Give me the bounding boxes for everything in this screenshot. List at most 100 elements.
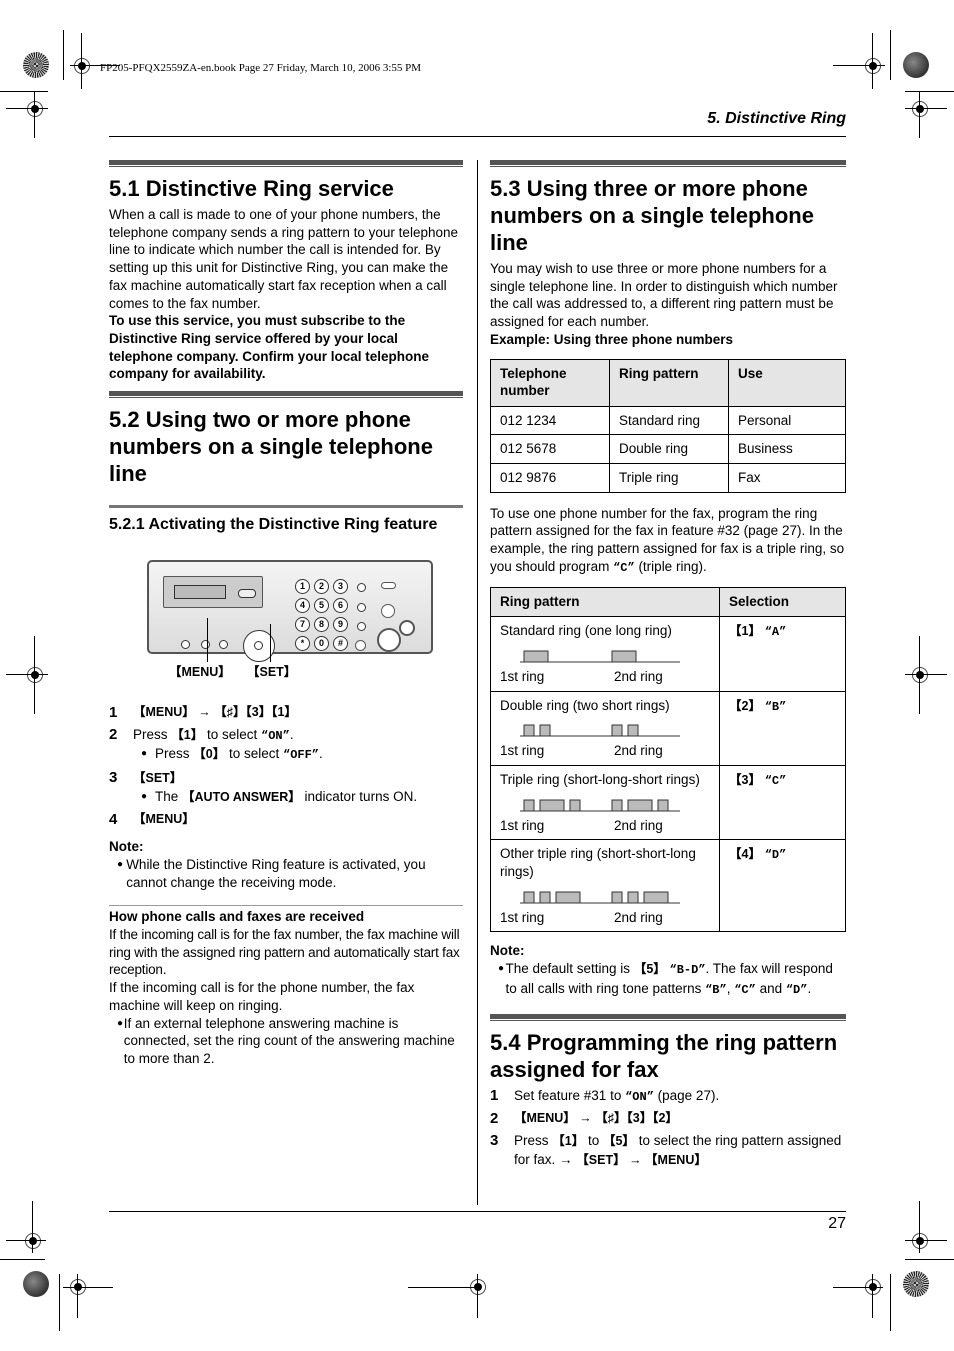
text: to select	[203, 726, 261, 742]
text: Press	[514, 1132, 553, 1148]
key-label: 【5】	[602, 1133, 635, 1148]
text: indicator turns ON.	[300, 788, 418, 804]
step-text: Press 【1】 to 【5】 to select the ring patt…	[514, 1132, 846, 1169]
section-rule	[109, 391, 463, 399]
registration-mark-icon	[74, 58, 90, 74]
ring-labels: 1st ring 2nd ring	[500, 909, 710, 927]
registration-mark-icon	[912, 1233, 928, 1249]
short-ring-mark	[539, 724, 551, 737]
column-header: Use	[728, 358, 846, 407]
crop-mark	[872, 33, 873, 89]
step-item: 2 【MENU】 → 【♯】【3】【2】	[490, 1110, 846, 1128]
note-item: ● The default setting is 【5】 “B-D”. The …	[490, 960, 846, 999]
function-button-icon	[201, 640, 210, 650]
step-number: 4	[109, 810, 118, 828]
indicator-icon	[357, 583, 366, 593]
leader-line	[207, 618, 208, 663]
text: Press	[133, 726, 172, 742]
keypad-key-icon: 6	[333, 598, 348, 614]
short-ring-mark	[539, 891, 551, 904]
round-button-icon	[355, 640, 366, 652]
crop-mark	[919, 1201, 920, 1253]
section-title: 5.1 Distinctive Ring service	[109, 176, 394, 201]
text: .	[319, 746, 323, 762]
ring-pattern-table: Ring pattern Selection Standard ring (on…	[490, 587, 846, 933]
selection-value: “C”	[764, 773, 787, 788]
selection-cell: 【3】 “C”	[719, 764, 846, 841]
crop-mark	[0, 1259, 45, 1260]
keypad-key-icon: 1	[295, 579, 310, 595]
divider	[109, 905, 463, 907]
section-title: 5.3 Using three or more phone numbers on…	[490, 176, 814, 255]
short-ring-mark	[611, 799, 623, 812]
right-column: 5.3 Using three or more phone numbers on…	[490, 160, 846, 1173]
crop-mark	[63, 30, 64, 80]
crop-mark	[0, 91, 48, 92]
key-label: 【SET】 → 【MENU】	[576, 1152, 707, 1167]
menu-callout: 【MENU】	[169, 665, 231, 680]
long-ring-mark	[539, 799, 565, 812]
column-divider	[477, 160, 478, 1205]
column-header: Ring pattern	[609, 358, 729, 407]
selection-cell: 【2】 “B”	[719, 690, 846, 766]
key-label: 【AUTO ANSWER】	[182, 789, 301, 804]
ring-waveform-icon	[520, 799, 680, 812]
crop-mark	[477, 1274, 478, 1318]
section-title: 5.2 Using two or more phone numbers on a…	[109, 407, 433, 487]
crop-mark	[32, 1201, 33, 1253]
registration-mark-icon	[912, 667, 928, 683]
ring-pattern-cell: Triple ring (short-long-short rings) 1st …	[490, 764, 720, 841]
crop-mark	[81, 33, 82, 89]
keypad-key-icon: *	[295, 636, 310, 652]
step-list: 1 Set feature #31 to “ON” (page 27). 2 【…	[490, 1087, 846, 1170]
keypad-key-icon: 3	[333, 579, 348, 595]
selection-value: “D”	[764, 848, 787, 863]
step-text: Press 【1】 to select “ON”. ● Press 【0】 to…	[133, 726, 463, 765]
crop-mark	[919, 92, 920, 138]
phone-number-table: Telephone number Ring pattern Use 012 12…	[490, 358, 846, 493]
crop-mark	[890, 30, 891, 80]
ring-description: Standard ring (one long ring)	[500, 623, 672, 639]
paragraph: To use one phone number for the fax, pro…	[490, 505, 846, 578]
table-cell: Double ring	[609, 434, 729, 464]
table-header-row: Ring pattern Selection	[490, 587, 846, 618]
section-5-2: 5.2 Using two or more phone numbers on a…	[109, 391, 463, 1068]
crop-mark	[6, 674, 48, 675]
table-row: Triple ring (short-long-short rings) 1st …	[490, 764, 846, 841]
crop-mark	[59, 1274, 60, 1331]
start-button-icon	[377, 628, 401, 653]
bold-paragraph: To use this service, you must subscribe …	[109, 313, 430, 382]
long-ring-mark	[555, 891, 581, 904]
step-item: 1 【MENU】 → 【♯】【3】【1】	[109, 704, 463, 722]
display-value: “D”	[785, 982, 808, 997]
text: .	[289, 726, 294, 742]
keypad-key-icon: 8	[314, 617, 329, 633]
ring-waveform-icon	[520, 891, 680, 904]
crop-mark	[905, 108, 947, 109]
color-target-icon	[23, 52, 49, 78]
note-text: The default setting is 【5】 “B-D”. The fa…	[505, 961, 833, 997]
step-text: 【MENU】 → 【♯】【3】【2】	[514, 1111, 678, 1126]
page-number: 27	[828, 1215, 846, 1232]
keypad-key-icon: 2	[314, 579, 329, 595]
table-cell: 012 9876	[490, 462, 610, 493]
ring-labels: 1st ring 2nd ring	[500, 817, 710, 835]
key-label: 【2】	[729, 698, 761, 713]
paragraph: You may wish to use three or more phone …	[490, 261, 838, 330]
text: to select	[225, 746, 283, 762]
first-ring-label: 1st ring	[500, 668, 545, 684]
second-ring-label: 2nd ring	[614, 817, 663, 833]
keypad-key-icon: 7	[295, 617, 310, 633]
short-ring-mark	[523, 799, 535, 812]
registration-mark-icon	[27, 101, 43, 117]
step-text: 【SET】 ● The 【AUTO ANSWER】 indicator turn…	[133, 769, 463, 806]
ring-pattern-cell: Other triple ring (short-short-long ring…	[490, 839, 720, 933]
text: Press	[155, 746, 194, 762]
keypad-key-icon: 5	[314, 598, 329, 614]
keypad-key-icon: 9	[333, 617, 348, 633]
step-number: 2	[109, 725, 118, 743]
display-button-icon	[238, 589, 256, 599]
note-item: ● While the Distinctive Ring feature is …	[109, 856, 463, 891]
selection-cell: 【1】 “A”	[719, 616, 846, 692]
crop-mark	[833, 65, 885, 66]
